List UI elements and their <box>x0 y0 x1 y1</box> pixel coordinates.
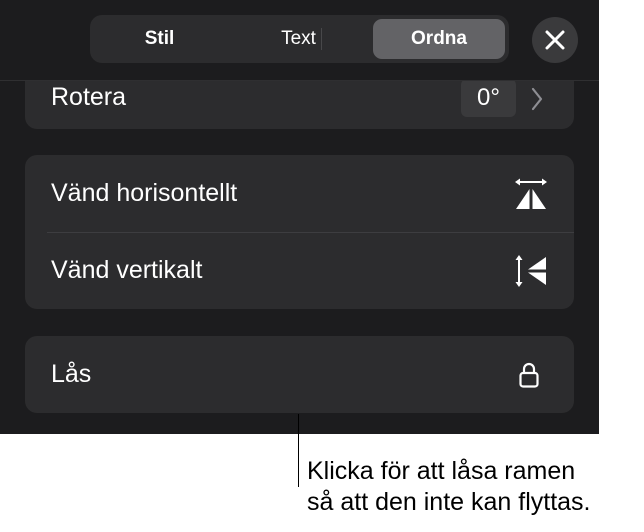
lock-icon <box>518 361 540 394</box>
lock-label: Lås <box>51 360 92 388</box>
rotate-value-field[interactable]: 0° <box>461 79 516 117</box>
tab-stil[interactable]: Stil <box>94 19 225 59</box>
rotate-row[interactable]: Rotera 0° <box>25 77 574 121</box>
flip-vertical-icon <box>514 254 548 293</box>
tab-segmented-control: Stil Text Ordna <box>90 15 509 63</box>
panel-header: Stil Text Ordna <box>0 0 599 81</box>
tab-text[interactable]: Text <box>233 19 364 59</box>
arrange-panel: Rotera 0° Vänd horisontellt Vänd vertika… <box>0 0 599 434</box>
flip-vertical-label: Vänd vertikalt <box>51 256 203 284</box>
callout-text: Klicka för att låsa ramen så att den int… <box>307 456 591 518</box>
lock-row[interactable]: Lås <box>25 336 574 413</box>
chevron-right-icon[interactable] <box>530 86 544 117</box>
tab-ordna[interactable]: Ordna <box>373 19 505 59</box>
rotate-label: Rotera <box>51 83 127 111</box>
close-icon <box>545 30 565 55</box>
close-button[interactable] <box>532 17 578 63</box>
callout-line-1: Klicka för att låsa ramen <box>307 457 576 485</box>
lock-group: Lås <box>25 336 574 413</box>
callout-line-2: så att den inte kan flyttas. <box>307 488 591 516</box>
flip-horizontal-row[interactable]: Vänd horisontellt <box>25 155 574 232</box>
callout-line <box>298 414 299 487</box>
flip-group: Vänd horisontellt Vänd vertikalt <box>25 155 574 309</box>
flip-horizontal-label: Vänd horisontellt <box>51 179 238 207</box>
flip-vertical-row[interactable]: Vänd vertikalt <box>25 233 574 309</box>
flip-horizontal-icon <box>514 177 548 216</box>
